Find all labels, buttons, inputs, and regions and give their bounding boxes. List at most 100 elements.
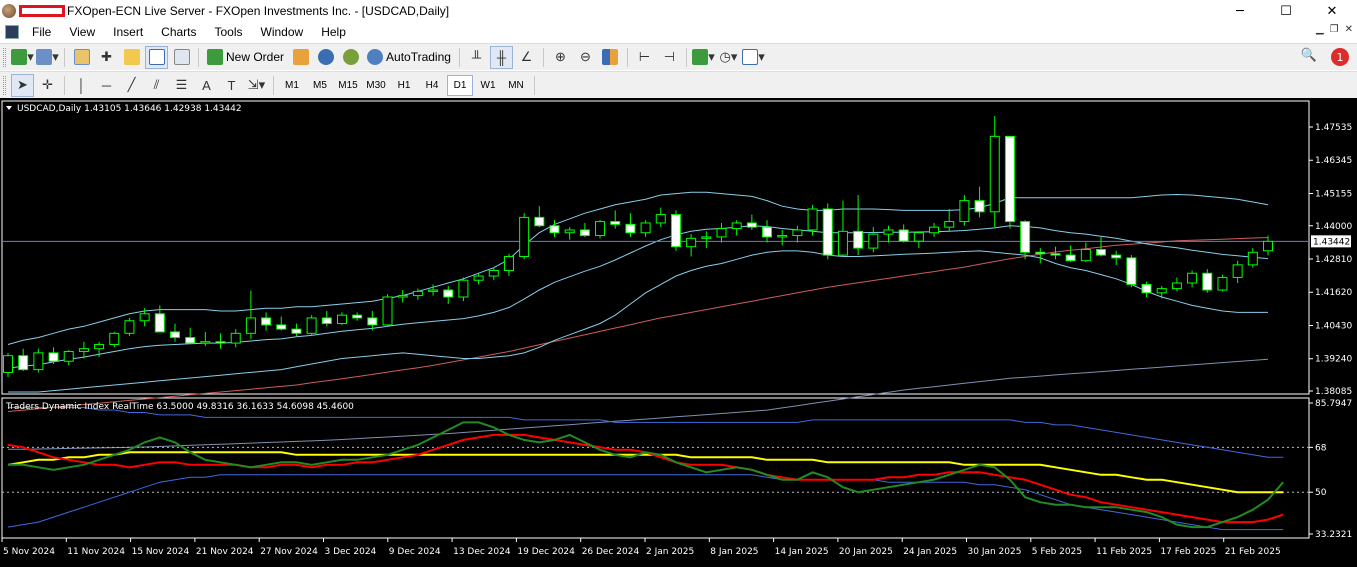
menu-file[interactable]: File bbox=[23, 25, 60, 39]
fibonacci-button[interactable]: ☰ bbox=[170, 74, 193, 97]
text-button[interactable]: A bbox=[195, 74, 218, 97]
tf-m15[interactable]: M15 bbox=[335, 75, 361, 96]
standard-toolbar: ▾ ▾ ✚ New Order AutoTrading ╨ ╫ ∠ ⊕ ⊖ ⊢ … bbox=[0, 43, 1357, 70]
toolbar-grip[interactable] bbox=[3, 47, 6, 67]
chart-area[interactable]: 1.47535 1.46345 1.45155 1.44000 1.42810 1.416… bbox=[0, 98, 1357, 567]
candle-body bbox=[1141, 283, 1152, 294]
indicator-axis-label: 33.2321 bbox=[1315, 530, 1352, 540]
price-axis-label: 1.47535 bbox=[1315, 123, 1352, 133]
time-axis-label: 20 Jan 2025 bbox=[839, 547, 893, 557]
metatrader-window: FXOpen-ECN Live Server - FXOpen Investme… bbox=[0, 0, 1357, 567]
auto-scroll-button[interactable]: ⊢ bbox=[633, 46, 656, 69]
menu-window[interactable]: Window bbox=[252, 25, 313, 39]
navigator-button[interactable] bbox=[120, 46, 143, 69]
toolbar-grip-2[interactable] bbox=[3, 75, 6, 95]
tdi-lower-band-line bbox=[7, 474, 1284, 531]
mdi-minimize-icon[interactable]: ▁ bbox=[1316, 24, 1324, 35]
new-chart-button[interactable]: ▾ bbox=[11, 46, 34, 69]
horizontal-line-button[interactable]: ─ bbox=[95, 74, 118, 97]
equidistant-channel-button[interactable]: ⫽ bbox=[145, 74, 168, 97]
autotrading-button[interactable]: AutoTrading bbox=[364, 46, 454, 69]
candle-body bbox=[1247, 251, 1258, 266]
price-axis-label: 1.45155 bbox=[1315, 189, 1352, 199]
candle-body bbox=[1263, 240, 1273, 252]
data-window-button[interactable]: ✚ bbox=[95, 46, 118, 69]
menu-insert[interactable]: Insert bbox=[104, 25, 152, 39]
candle-body bbox=[974, 200, 985, 213]
vertical-line-button[interactable]: │ bbox=[70, 74, 93, 97]
market-watch-button[interactable] bbox=[70, 46, 93, 69]
time-axis-label: 3 Dec 2024 bbox=[325, 547, 377, 557]
templates-button[interactable]: ▾ bbox=[742, 46, 765, 69]
chart-canvas[interactable]: 1.47535 1.46345 1.45155 1.44000 1.42810 1.416… bbox=[0, 98, 1357, 567]
menu-tools[interactable]: Tools bbox=[206, 25, 252, 39]
candle-body bbox=[154, 313, 165, 333]
menu-help[interactable]: Help bbox=[312, 25, 355, 39]
candle-body bbox=[989, 135, 1000, 213]
chart-window-icon[interactable] bbox=[5, 25, 19, 39]
candle-body bbox=[33, 352, 44, 371]
candle-body bbox=[792, 229, 803, 237]
signals-button[interactable] bbox=[339, 46, 362, 69]
community-button[interactable] bbox=[314, 46, 337, 69]
mdi-close-icon[interactable]: ✕ bbox=[1345, 24, 1353, 35]
tf-m1[interactable]: M1 bbox=[279, 75, 305, 96]
chart-shift-button[interactable]: ⊣ bbox=[658, 46, 681, 69]
terminal-button[interactable] bbox=[145, 45, 168, 69]
candle-body bbox=[48, 352, 59, 362]
search-icon[interactable]: 🔍 bbox=[1301, 48, 1317, 63]
candle-body bbox=[443, 289, 454, 298]
profiles-button[interactable]: ▾ bbox=[36, 46, 59, 69]
maximize-button[interactable]: ☐ bbox=[1263, 0, 1309, 22]
notification-badge[interactable]: 1 bbox=[1331, 48, 1349, 66]
menu-view[interactable]: View bbox=[60, 25, 104, 39]
indicators-button[interactable]: ▾ bbox=[692, 46, 715, 69]
candlesticks-button[interactable]: ╫ bbox=[489, 45, 513, 69]
tf-m30[interactable]: M30 bbox=[363, 75, 389, 96]
tf-h4[interactable]: H4 bbox=[419, 75, 445, 96]
bar-chart-button[interactable]: ╨ bbox=[465, 46, 488, 69]
candle-body bbox=[367, 317, 378, 326]
candle-body bbox=[139, 313, 150, 322]
minimize-button[interactable]: ─ bbox=[1217, 0, 1263, 22]
menu-charts[interactable]: Charts bbox=[152, 25, 205, 39]
tf-h1[interactable]: H1 bbox=[391, 75, 417, 96]
signals-icon bbox=[342, 49, 359, 65]
candle-body bbox=[868, 233, 879, 249]
community-icon bbox=[317, 49, 334, 65]
candle-body bbox=[215, 341, 226, 344]
profiles-icon bbox=[36, 49, 53, 65]
text-label-button[interactable]: T bbox=[220, 74, 243, 97]
trendline-button[interactable]: ╱ bbox=[120, 74, 143, 97]
zoom-out-button[interactable]: ⊖ bbox=[574, 46, 597, 69]
close-button[interactable]: ✕ bbox=[1309, 0, 1355, 22]
candle-body bbox=[610, 221, 621, 225]
time-axis-label: 14 Jan 2025 bbox=[775, 547, 829, 557]
mdi-restore-icon[interactable]: ❐ bbox=[1330, 24, 1339, 35]
autotrading-label: AutoTrading bbox=[386, 50, 451, 64]
tf-mn[interactable]: MN bbox=[503, 75, 529, 96]
crosshair-button[interactable]: ✛ bbox=[36, 74, 59, 97]
tf-m5[interactable]: M5 bbox=[307, 75, 333, 96]
candle-body bbox=[1126, 257, 1137, 285]
candle-body bbox=[670, 214, 681, 248]
metaeditor-button[interactable] bbox=[289, 46, 312, 69]
candle-body bbox=[1035, 251, 1046, 255]
arrows-button[interactable]: ⇲▾ bbox=[245, 74, 268, 97]
candle-body bbox=[1111, 254, 1122, 259]
candle-body bbox=[777, 235, 788, 238]
line-chart-button[interactable]: ∠ bbox=[515, 46, 538, 69]
time-axis-label: 11 Feb 2025 bbox=[1096, 547, 1152, 557]
periods-button[interactable]: ◷▾ bbox=[717, 46, 740, 69]
tile-windows-button[interactable] bbox=[599, 46, 622, 69]
cursor-button[interactable]: ➤ bbox=[11, 73, 34, 97]
tf-d1[interactable]: D1 bbox=[447, 74, 473, 96]
time-axis-label: 5 Feb 2025 bbox=[1032, 547, 1082, 557]
new-order-button[interactable]: New Order bbox=[204, 46, 287, 69]
candle-body bbox=[883, 229, 894, 235]
time-axis-label: 21 Feb 2025 bbox=[1225, 547, 1281, 557]
candle-body bbox=[534, 216, 545, 227]
tester-button[interactable] bbox=[170, 46, 193, 69]
zoom-in-button[interactable]: ⊕ bbox=[549, 46, 572, 69]
tf-w1[interactable]: W1 bbox=[475, 75, 501, 96]
